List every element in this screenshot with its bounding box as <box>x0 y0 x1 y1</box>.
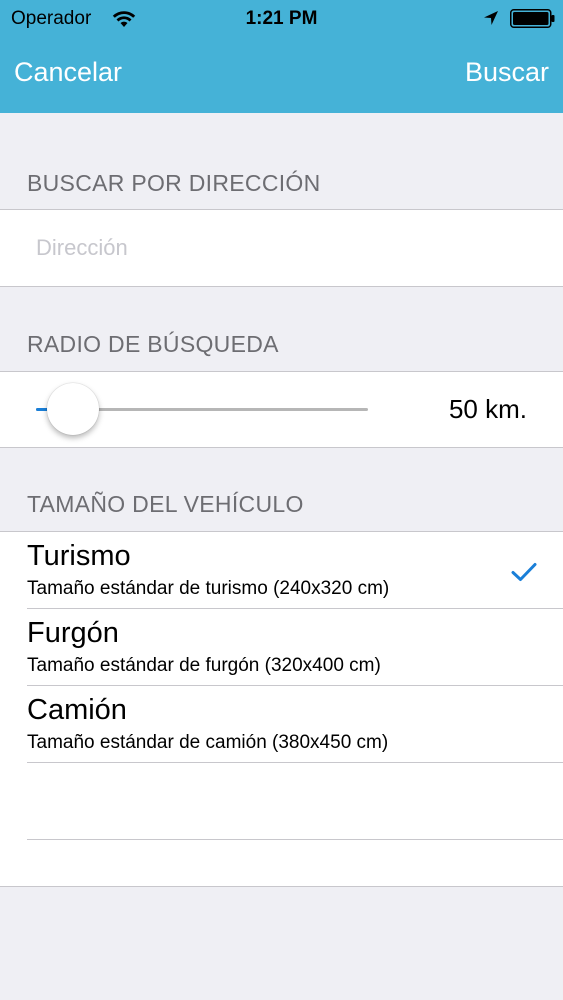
search-button[interactable]: Buscar <box>465 57 549 88</box>
location-arrow-icon <box>484 11 498 25</box>
row-divider <box>27 839 563 840</box>
navigation-bar: Operador 1:21 PM Cancelar Buscar <box>0 0 563 113</box>
radius-slider-thumb[interactable] <box>47 383 99 435</box>
address-input[interactable] <box>36 230 536 266</box>
vehicle-option-subtitle: Tamaño estándar de camión (380x450 cm) <box>27 732 389 753</box>
vehicle-section-header: TAMAÑO DEL VEHÍCULO <box>27 491 304 517</box>
vehicle-option-title: Turismo <box>27 540 131 572</box>
status-time: 1:21 PM <box>245 8 318 29</box>
vehicle-option-subtitle: Tamaño estándar de furgón (320x400 cm) <box>27 655 381 676</box>
radius-group: 50 km. <box>0 371 563 448</box>
radius-section-header: RADIO DE BÚSQUEDA <box>27 331 279 357</box>
vehicle-option-turismo[interactable]: Turismo Tamaño estándar de turismo (240x… <box>0 532 563 609</box>
vehicle-option-title: Camión <box>27 694 127 726</box>
cancel-button[interactable]: Cancelar <box>14 57 122 88</box>
checkmark-icon <box>511 563 537 581</box>
battery-icon <box>510 9 555 28</box>
status-bar: Operador 1:21 PM <box>0 0 563 38</box>
vehicle-option-subtitle: Tamaño estándar de turismo (240x320 cm) <box>27 578 390 599</box>
vehicle-option-title: Furgón <box>27 617 119 649</box>
address-section-header: BUSCAR POR DIRECCIÓN <box>27 170 321 196</box>
empty-row <box>0 763 563 840</box>
address-group <box>0 209 563 287</box>
vehicle-option-furgon[interactable]: Furgón Tamaño estándar de furgón (320x40… <box>0 609 563 686</box>
radius-value: 50 km. <box>448 394 527 424</box>
vehicle-option-camion[interactable]: Camión Tamaño estándar de camión (380x45… <box>0 686 563 763</box>
vehicle-group: Turismo Tamaño estándar de turismo (240x… <box>0 531 563 887</box>
